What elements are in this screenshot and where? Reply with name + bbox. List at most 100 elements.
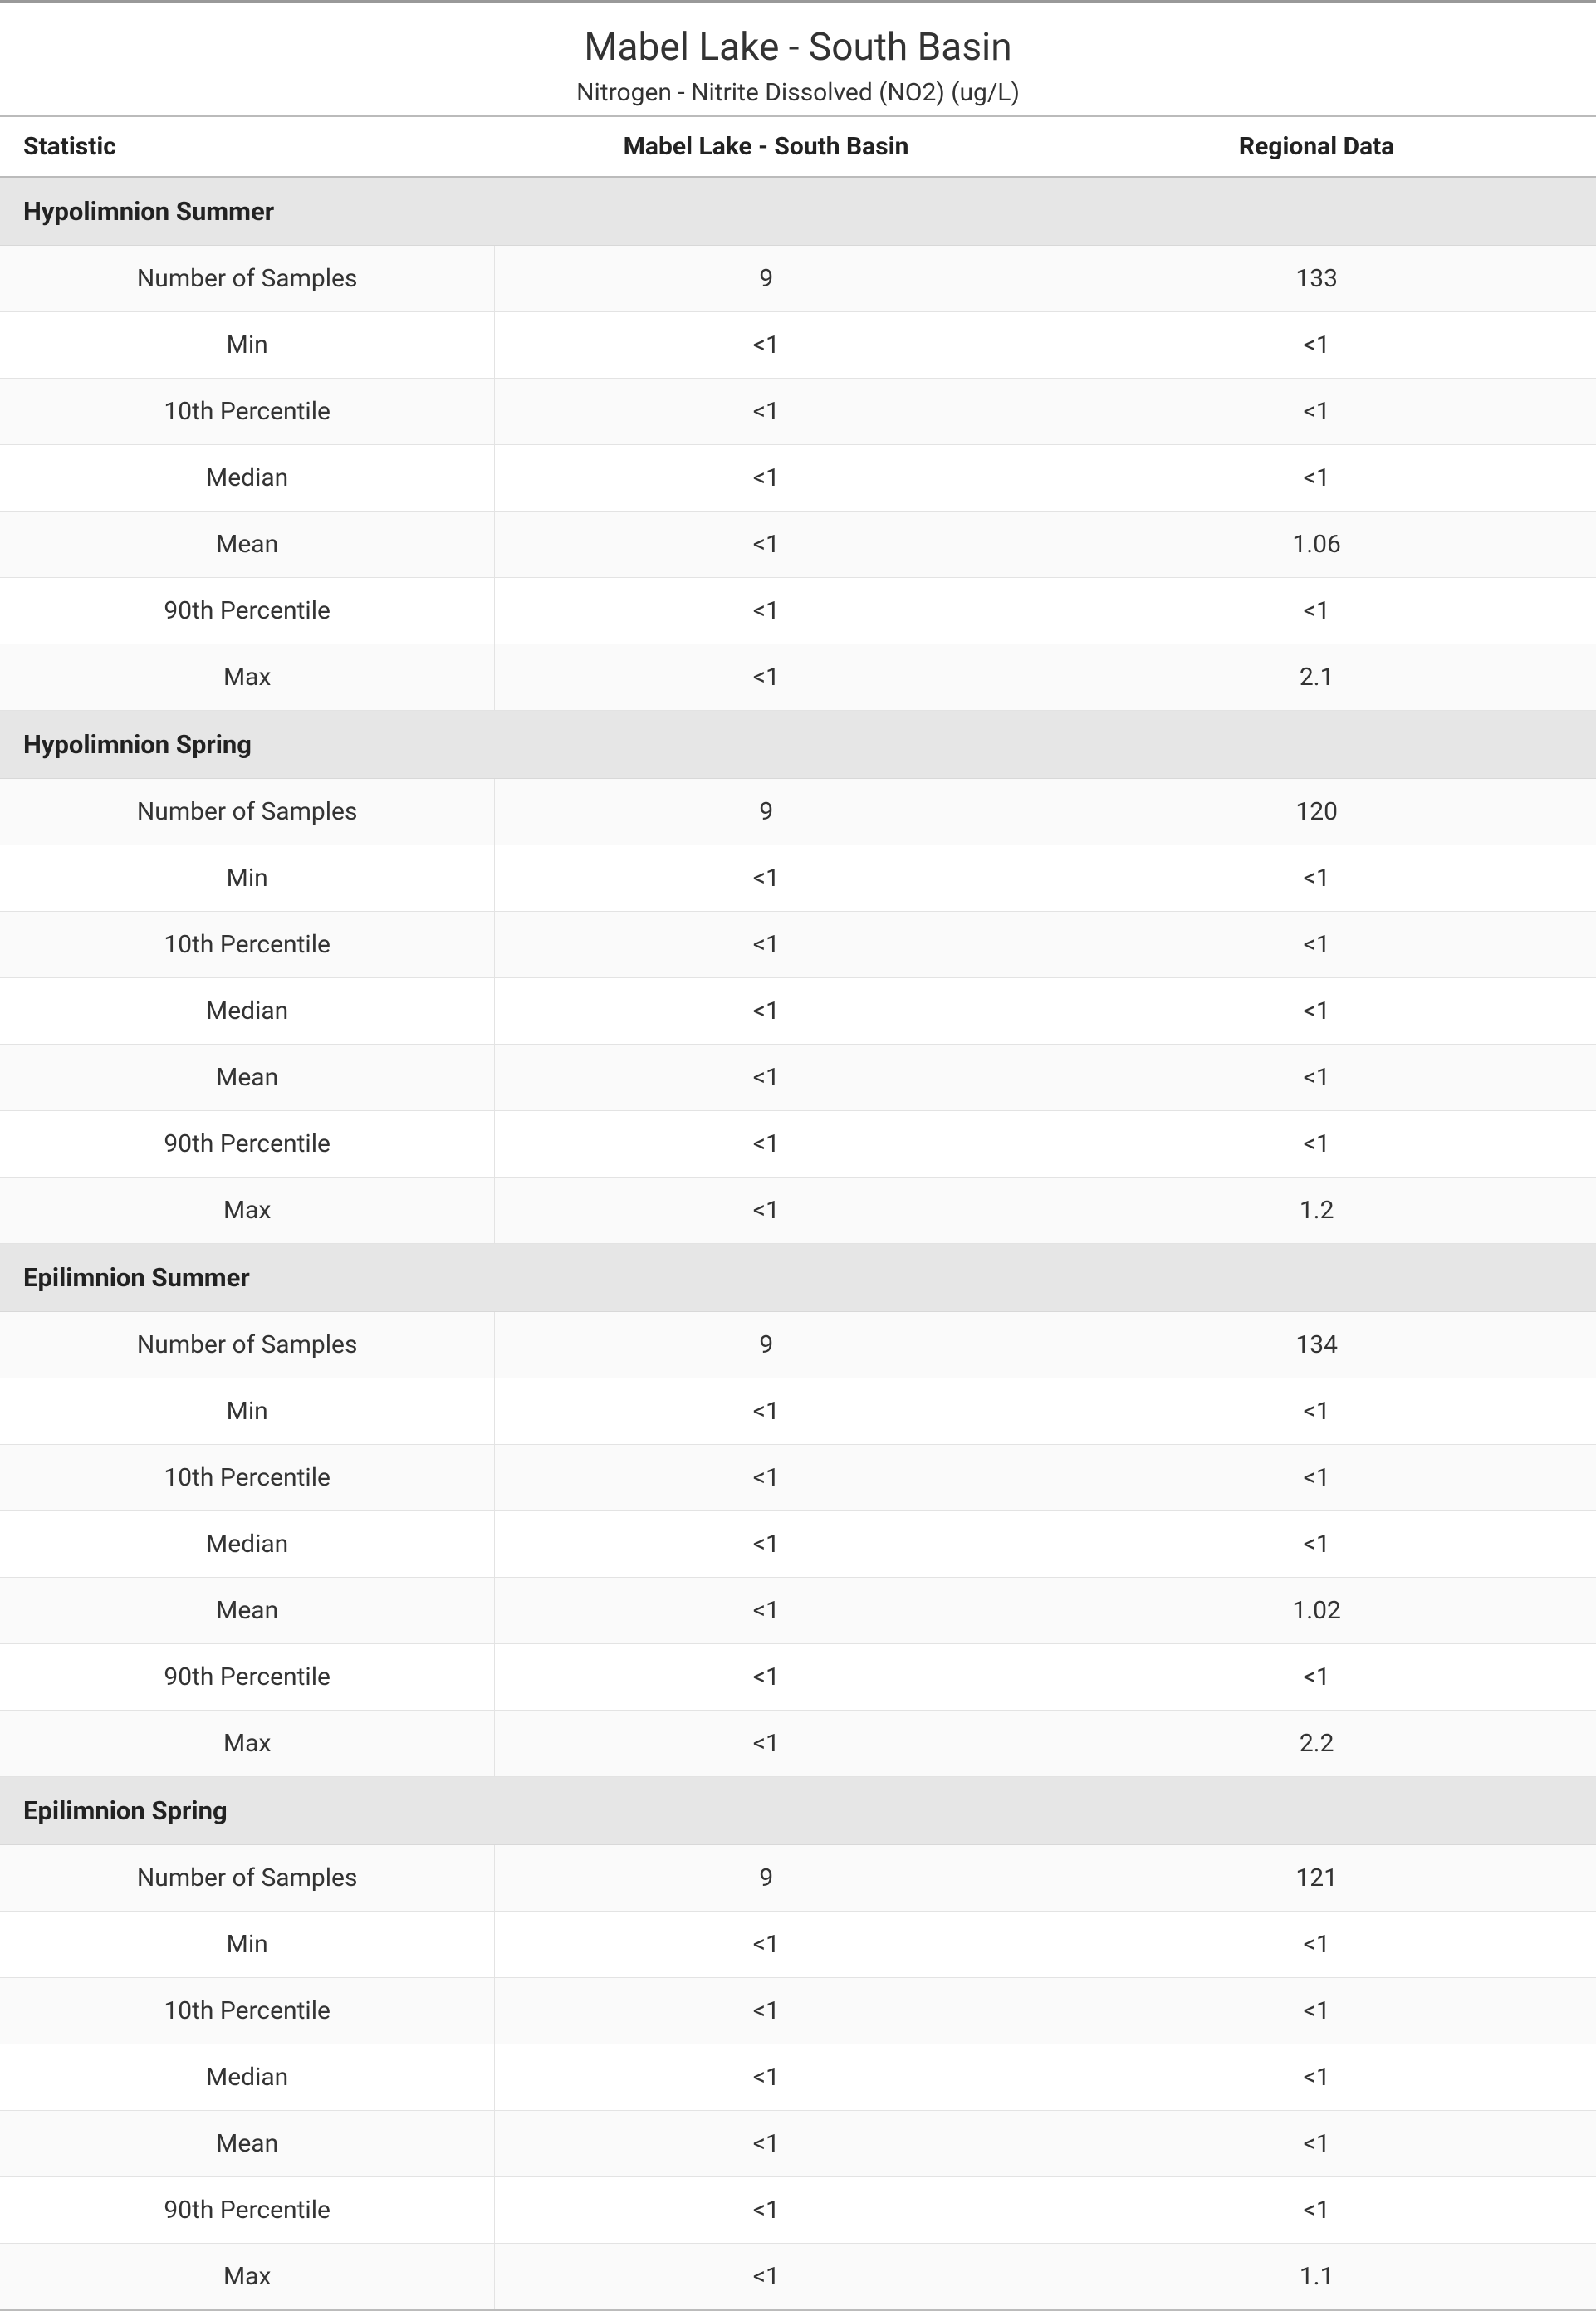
stat-lake: <1 — [495, 1445, 1037, 1511]
table-row: Min <1 <1 — [0, 845, 1596, 912]
group-name: Epilimnion Spring — [0, 1777, 1596, 1845]
table-row: Max <1 1.1 — [0, 2244, 1596, 2311]
table-row: 10th Percentile <1 <1 — [0, 1445, 1596, 1511]
table-row: 90th Percentile <1 <1 — [0, 578, 1596, 644]
table-row: Max <1 2.2 — [0, 1711, 1596, 1777]
stat-regional: <1 — [1037, 379, 1596, 445]
stat-lake: <1 — [495, 1178, 1037, 1244]
stat-regional: 134 — [1037, 1312, 1596, 1378]
report-page: Mabel Lake - South Basin Nitrogen - Nitr… — [0, 0, 1596, 2311]
table-row: Number of Samples 9 121 — [0, 1845, 1596, 1912]
table-row: Min <1 <1 — [0, 312, 1596, 379]
table-row: Median <1 <1 — [0, 445, 1596, 512]
table-row: Mean <1 <1 — [0, 1045, 1596, 1111]
stat-regional: <1 — [1037, 912, 1596, 978]
stat-regional: 121 — [1037, 1845, 1596, 1912]
stat-regional: <1 — [1037, 1045, 1596, 1111]
table-row: Max <1 2.1 — [0, 644, 1596, 711]
stat-label: Min — [0, 1378, 495, 1445]
stat-regional: <1 — [1037, 2177, 1596, 2244]
stat-regional: <1 — [1037, 845, 1596, 912]
stat-label: Median — [0, 445, 495, 512]
stat-regional: 1.1 — [1037, 2244, 1596, 2311]
stat-lake: <1 — [495, 978, 1037, 1045]
stat-regional: <1 — [1037, 2111, 1596, 2177]
stat-regional: <1 — [1037, 2044, 1596, 2111]
stat-label: 90th Percentile — [0, 1111, 495, 1178]
stat-lake: <1 — [495, 2044, 1037, 2111]
statistics-table: Statistic Mabel Lake - South Basin Regio… — [0, 115, 1596, 2311]
stat-label: 10th Percentile — [0, 379, 495, 445]
stat-label: Mean — [0, 512, 495, 578]
stat-regional: <1 — [1037, 578, 1596, 644]
stat-lake: <1 — [495, 578, 1037, 644]
stat-label: Number of Samples — [0, 1312, 495, 1378]
stat-label: 10th Percentile — [0, 1445, 495, 1511]
table-row: Mean <1 1.02 — [0, 1578, 1596, 1644]
group-name: Hypolimnion Spring — [0, 711, 1596, 779]
stat-label: Max — [0, 2244, 495, 2311]
stat-lake: <1 — [495, 912, 1037, 978]
stat-regional: <1 — [1037, 1644, 1596, 1711]
stat-lake: <1 — [495, 2111, 1037, 2177]
table-row: Median <1 <1 — [0, 978, 1596, 1045]
stat-lake: <1 — [495, 1912, 1037, 1978]
stat-lake: <1 — [495, 1978, 1037, 2044]
stat-regional: 1.02 — [1037, 1578, 1596, 1644]
group-name: Epilimnion Summer — [0, 1244, 1596, 1312]
stat-label: 90th Percentile — [0, 578, 495, 644]
stat-label: 10th Percentile — [0, 1978, 495, 2044]
table-row: 90th Percentile <1 <1 — [0, 1644, 1596, 1711]
stat-label: Mean — [0, 1578, 495, 1644]
stat-label: Mean — [0, 1045, 495, 1111]
stat-lake: <1 — [495, 644, 1037, 711]
group-name: Hypolimnion Summer — [0, 177, 1596, 246]
stat-label: Number of Samples — [0, 1845, 495, 1912]
stat-regional: <1 — [1037, 1912, 1596, 1978]
table-row: Mean <1 1.06 — [0, 512, 1596, 578]
table-row: Min <1 <1 — [0, 1378, 1596, 1445]
stat-lake: <1 — [495, 845, 1037, 912]
stat-regional: <1 — [1037, 312, 1596, 379]
table-row: 10th Percentile <1 <1 — [0, 912, 1596, 978]
table-row: 90th Percentile <1 <1 — [0, 1111, 1596, 1178]
col-header-statistic: Statistic — [0, 116, 495, 177]
stat-lake: <1 — [495, 2244, 1037, 2311]
table-row: 90th Percentile <1 <1 — [0, 2177, 1596, 2244]
stat-lake: <1 — [495, 2177, 1037, 2244]
stat-label: Max — [0, 1178, 495, 1244]
stat-label: Mean — [0, 2111, 495, 2177]
col-header-regional: Regional Data — [1037, 116, 1596, 177]
table-row: 10th Percentile <1 <1 — [0, 1978, 1596, 2044]
table-row: Median <1 <1 — [0, 2044, 1596, 2111]
stat-regional: 120 — [1037, 779, 1596, 845]
stat-regional: <1 — [1037, 1111, 1596, 1178]
page-title: Mabel Lake - South Basin — [0, 25, 1596, 70]
table-row: Min <1 <1 — [0, 1912, 1596, 1978]
group-header: Hypolimnion Summer — [0, 177, 1596, 246]
stat-lake: <1 — [495, 1711, 1037, 1777]
stat-regional: 1.2 — [1037, 1178, 1596, 1244]
stat-lake: <1 — [495, 1578, 1037, 1644]
stat-label: Number of Samples — [0, 246, 495, 312]
stat-label: 90th Percentile — [0, 1644, 495, 1711]
stat-regional: <1 — [1037, 1978, 1596, 2044]
page-subtitle: Nitrogen - Nitrite Dissolved (NO2) (ug/L… — [0, 78, 1596, 107]
stat-lake: <1 — [495, 1111, 1037, 1178]
stat-label: Median — [0, 1511, 495, 1578]
stat-regional: 1.06 — [1037, 512, 1596, 578]
stat-regional: 133 — [1037, 246, 1596, 312]
stat-label: Number of Samples — [0, 779, 495, 845]
table-row: Number of Samples 9 120 — [0, 779, 1596, 845]
stat-regional: 2.2 — [1037, 1711, 1596, 1777]
stat-label: Median — [0, 978, 495, 1045]
stat-regional: <1 — [1037, 445, 1596, 512]
stat-lake: <1 — [495, 312, 1037, 379]
stat-regional: <1 — [1037, 978, 1596, 1045]
stat-label: Min — [0, 312, 495, 379]
group-header: Epilimnion Summer — [0, 1244, 1596, 1312]
table-body: Hypolimnion Summer Number of Samples 9 1… — [0, 177, 1596, 2310]
stat-lake: 9 — [495, 1312, 1037, 1378]
stat-label: Max — [0, 644, 495, 711]
group-header: Hypolimnion Spring — [0, 711, 1596, 779]
